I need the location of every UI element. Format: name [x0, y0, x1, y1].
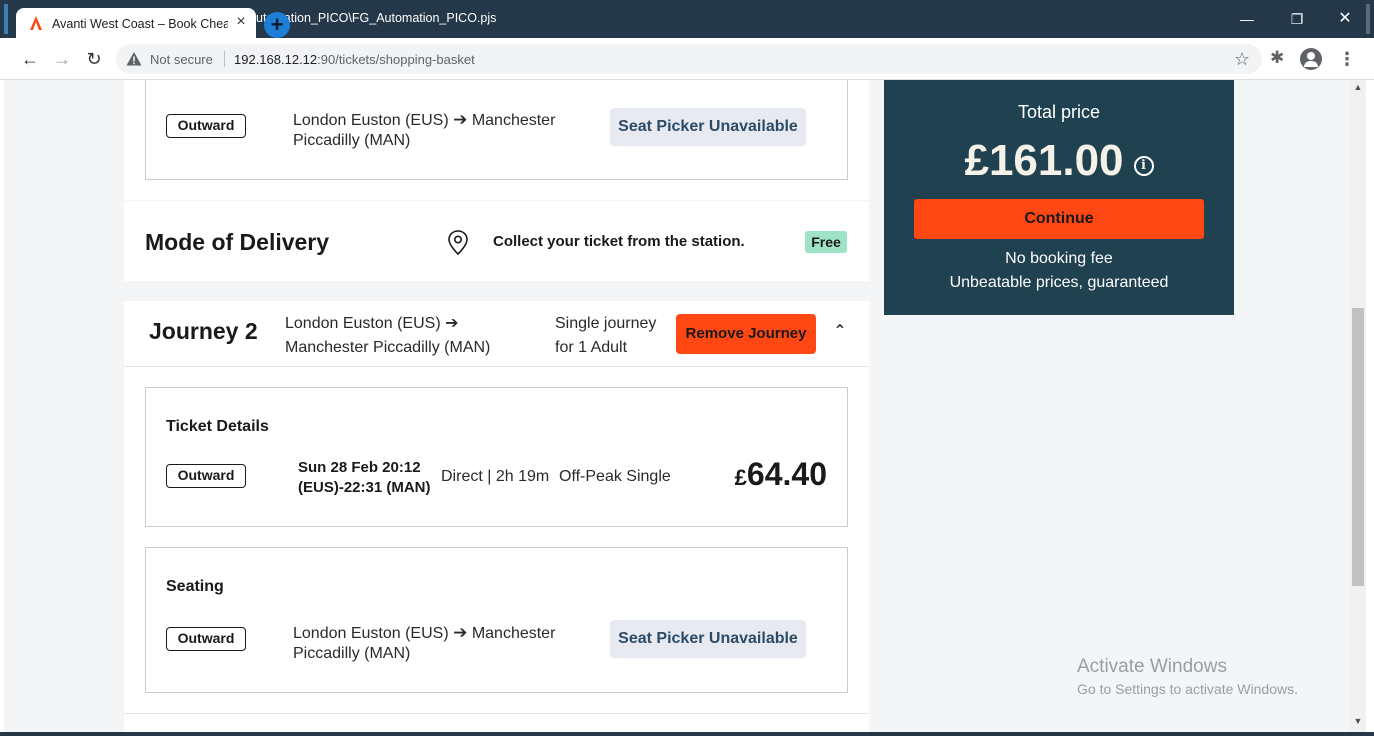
puzzle-icon[interactable]: ✱ — [1270, 48, 1284, 68]
ticket-price: £64.40 — [735, 456, 827, 493]
journey-1-seating-card: Outward London Euston (EUS) ➔ Manchester… — [145, 80, 848, 180]
info-icon[interactable]: i — [1133, 156, 1154, 176]
address-separator — [224, 51, 225, 67]
route-from: London Euston (EUS) — [293, 625, 449, 642]
page-viewport: Outward London Euston (EUS) ➔ Manchester… — [4, 80, 1350, 732]
ticket-details-card: Ticket Details Outward Sun 28 Feb 20:12 … — [145, 387, 848, 527]
avanti-favicon-icon — [30, 16, 42, 30]
seating-route: London Euston (EUS) ➔ Manchester Piccadi… — [293, 110, 583, 151]
ticket-date-line1: Sun 28 Feb 20:12 — [298, 459, 421, 476]
security-status-label[interactable]: Not secure — [150, 52, 213, 67]
kebab-menu-icon[interactable]: ⋮ — [1338, 48, 1356, 70]
scroll-down-arrow-icon[interactable]: ▼ — [1350, 716, 1366, 728]
ticket-times: Sun 28 Feb 20:12 (EUS)-22:31 (MAN) — [298, 458, 431, 498]
outward-badge: Outward — [166, 114, 246, 138]
watermark-title: Activate Windows — [1077, 656, 1227, 677]
browser-tab-active[interactable]: Avanti West Coast – Book Cheap × — [16, 8, 256, 38]
browser-toolbar: ← → ↻ Not secure 192.168.12.12:90/ticket… — [0, 38, 1374, 80]
total-price-label: Total price — [1017, 102, 1101, 122]
url-host: 192.168.12.12 — [234, 52, 318, 67]
background-tab-title[interactable]: utomation_PICO\FG_Automation_PICO.pjs — [256, 11, 496, 25]
journey-route: London Euston (EUS) ➔ Manchester Piccadi… — [285, 312, 525, 360]
journey-2-seating-card: Seating Outward London Euston (EUS) ➔ Ma… — [145, 547, 848, 693]
ticket-details-heading: Ticket Details — [166, 418, 269, 435]
seat-picker-button[interactable]: Seat Picker Unavailable — [610, 620, 806, 658]
window-edge — [1366, 4, 1370, 34]
free-badge: Free — [805, 231, 847, 253]
journey-2-header[interactable]: Journey 2 London Euston (EUS) ➔ Manchest… — [124, 301, 869, 367]
watermark-subtitle: Go to Settings to activate Windows. — [1077, 681, 1298, 697]
location-pin-icon — [448, 230, 468, 256]
total-amount-value: £161.00 — [964, 136, 1124, 185]
warning-icon — [126, 52, 142, 66]
back-arrow-icon[interactable]: ← — [18, 47, 42, 71]
seating-heading: Seating — [166, 578, 224, 595]
app-edge-icon — [4, 4, 8, 34]
activate-windows-watermark: Activate Windows Go to Settings to activ… — [1077, 656, 1298, 700]
window-minimize-button[interactable]: — — [1224, 8, 1270, 30]
outward-badge: Outward — [166, 464, 246, 488]
window-bottom-edge — [0, 732, 1374, 736]
price-guarantee-text: Unbeatable prices, guaranteed — [949, 274, 1169, 291]
ticket-date-line2: (EUS)-22:31 (MAN) — [298, 479, 431, 496]
continue-button[interactable]: Continue — [914, 199, 1204, 239]
window-right-edge — [1366, 80, 1374, 736]
ticket-fare-type: Off-Peak Single — [559, 468, 671, 485]
seating-route: London Euston (EUS) ➔ Manchester Piccadi… — [293, 623, 583, 664]
window-titlebar: utomation_PICO\FG_Automation_PICO.pjs Av… — [0, 0, 1374, 38]
forward-arrow-icon[interactable]: → — [50, 47, 74, 71]
price-currency: £ — [734, 465, 747, 490]
scroll-up-arrow-icon[interactable]: ▲ — [1350, 82, 1366, 94]
journey-type-line1: Single journey — [555, 315, 657, 332]
no-booking-fee-text: No booking fee — [1005, 250, 1113, 267]
star-icon[interactable]: ☆ — [1234, 49, 1250, 70]
delivery-panel: Mode of Delivery Collect your ticket fro… — [124, 201, 869, 281]
seat-picker-button[interactable]: Seat Picker Unavailable — [610, 108, 806, 146]
vertical-scrollbar[interactable]: ▲ ▼ — [1350, 80, 1366, 732]
remove-journey-button[interactable]: Remove Journey — [676, 314, 816, 354]
journey-type: Single journey for 1 Adult — [555, 312, 675, 360]
profile-icon[interactable] — [1300, 48, 1322, 70]
right-arrow-icon: ➔ — [445, 315, 459, 332]
ticket-duration: Direct | 2h 19m — [441, 468, 550, 485]
journey-1-seating-panel: Outward London Euston (EUS) ➔ Manchester… — [124, 80, 869, 200]
route-from: London Euston (EUS) — [285, 315, 441, 332]
right-arrow-icon: ➔ — [453, 110, 468, 129]
window-restore-button[interactable]: ❐ — [1274, 8, 1320, 30]
outward-badge: Outward — [166, 627, 246, 651]
total-price-amount: £161.00 i — [884, 136, 1234, 186]
right-arrow-icon: ➔ — [453, 623, 468, 642]
chevron-up-icon[interactable]: ⌃ — [831, 321, 849, 345]
journey-type-line2: for 1 Adult — [555, 339, 628, 356]
journey-title: Journey 2 — [149, 318, 258, 344]
journey-2-panel: Journey 2 London Euston (EUS) ➔ Manchest… — [124, 301, 869, 732]
reload-icon[interactable]: ↻ — [82, 47, 106, 71]
tab-close-icon[interactable]: × — [232, 13, 250, 31]
tab-title: Avanti West Coast – Book Cheap — [52, 17, 228, 31]
window-close-button[interactable]: ✕ — [1322, 8, 1368, 30]
next-panel-edge — [124, 713, 869, 732]
price-summary: Total price £161.00 i Continue No booking… — [884, 80, 1234, 315]
route-to: Manchester Piccadilly (MAN) — [285, 339, 491, 356]
scrollbar-thumb[interactable] — [1352, 308, 1364, 586]
price-amount: 64.40 — [746, 456, 827, 492]
url-path: :90/tickets/shopping-basket — [317, 52, 475, 67]
new-tab-button[interactable]: + — [264, 12, 290, 38]
url-text[interactable]: 192.168.12.12:90/tickets/shopping-basket — [234, 52, 475, 67]
route-from: London Euston (EUS) — [293, 112, 449, 129]
delivery-title: Mode of Delivery — [145, 229, 330, 255]
delivery-method-text: Collect your ticket from the station. — [493, 233, 745, 250]
address-bar[interactable]: Not secure 192.168.12.12:90/tickets/shop… — [116, 44, 1262, 74]
